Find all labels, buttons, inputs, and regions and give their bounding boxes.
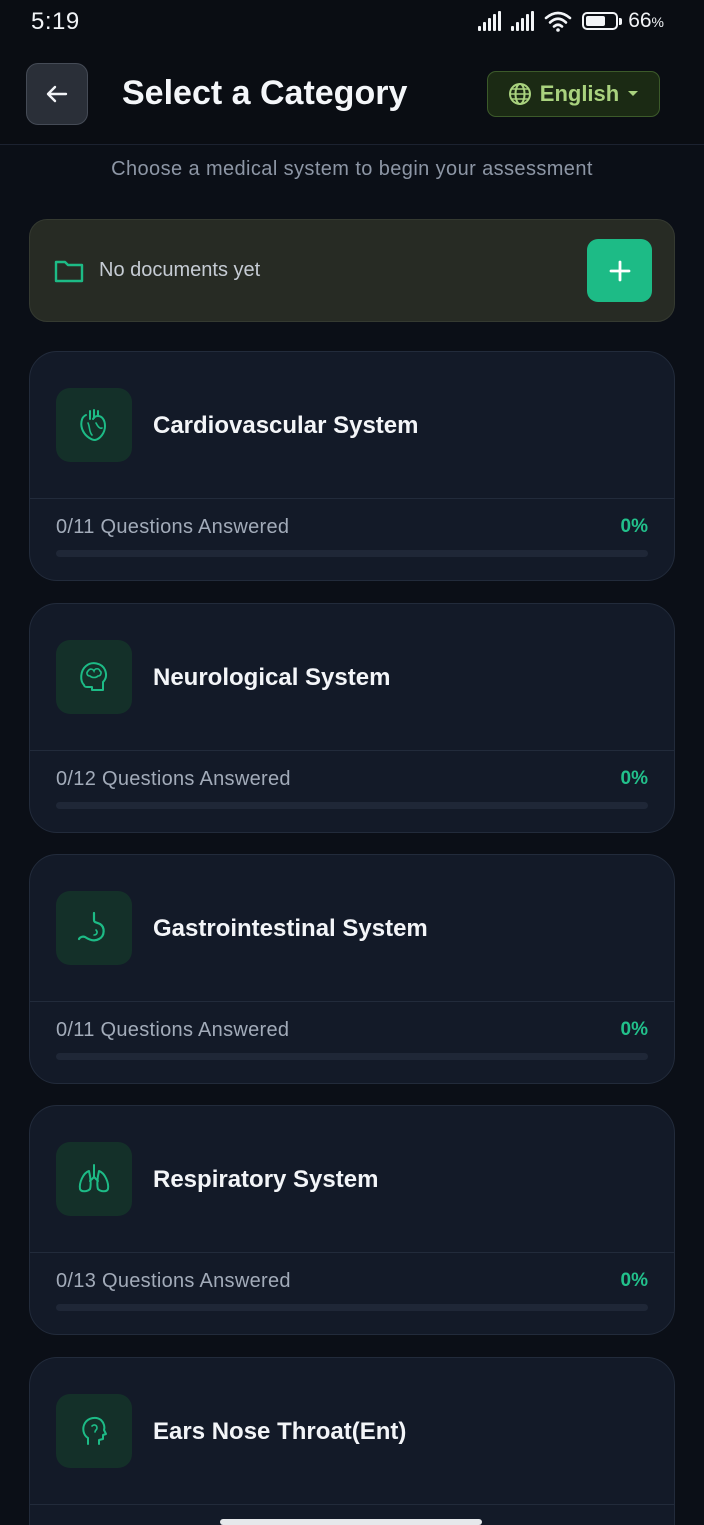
stomach-icon — [56, 891, 132, 965]
questions-answered-text: 0/13 Questions Answered — [56, 1270, 291, 1292]
progress-percent: 0% — [620, 1019, 648, 1040]
language-label: English — [539, 81, 620, 106]
plus-icon — [609, 260, 630, 281]
documents-empty-label: No documents yet — [99, 259, 261, 281]
questions-answered-text: 0/11 Questions Answered — [56, 516, 290, 538]
category-card-neurological[interactable]: Neurological System 0/12 Questions Answe… — [29, 603, 675, 833]
wifi-icon — [544, 11, 572, 32]
home-indicator — [220, 1519, 482, 1525]
status-indicators: 66% — [478, 9, 664, 33]
category-name: Gastrointestinal System — [153, 915, 428, 942]
category-name: Ears Nose Throat(Ent) — [153, 1418, 407, 1445]
progress-percent: 0% — [620, 768, 648, 789]
category-name: Neurological System — [153, 664, 391, 691]
progress-bar — [56, 550, 648, 557]
ent-head-icon — [56, 1394, 132, 1468]
add-document-button[interactable] — [587, 239, 652, 302]
divider — [30, 1504, 674, 1505]
heart-icon — [56, 388, 132, 462]
language-selector[interactable]: English — [487, 71, 660, 117]
page-subtitle: Choose a medical system to begin your as… — [111, 158, 593, 180]
app-bar: Select a Category English — [0, 46, 704, 145]
caret-down-icon — [628, 91, 639, 96]
category-name: Cardiovascular System — [153, 412, 419, 439]
battery-level — [586, 16, 605, 26]
progress-bar — [56, 802, 648, 809]
arrow-left-icon — [46, 85, 68, 103]
status-time: 5:19 — [31, 8, 80, 35]
progress-bar — [56, 1304, 648, 1311]
category-name: Respiratory System — [153, 1166, 379, 1193]
folder-icon — [54, 260, 84, 283]
divider — [30, 1001, 674, 1002]
documents-card: No documents yet — [29, 219, 675, 322]
globe-icon — [508, 83, 531, 105]
category-card-gastrointestinal[interactable]: Gastrointestinal System 0/11 Questions A… — [29, 854, 675, 1084]
questions-answered-text: 0/11 Questions Answered — [56, 1019, 290, 1041]
signal-icon — [478, 11, 502, 31]
progress-percent: 0% — [620, 1270, 648, 1291]
category-card-respiratory[interactable]: Respiratory System 0/13 Questions Answer… — [29, 1105, 675, 1335]
battery-percent: 66% — [628, 9, 664, 32]
category-card-ent[interactable]: Ears Nose Throat(Ent) — [29, 1357, 675, 1525]
divider — [30, 1252, 674, 1253]
divider — [30, 750, 674, 751]
questions-answered-text: 0/12 Questions Answered — [56, 768, 291, 790]
status-bar: 5:19 66% — [0, 0, 704, 46]
lungs-icon — [56, 1142, 132, 1216]
progress-bar — [56, 1053, 648, 1060]
progress-percent: 0% — [620, 516, 648, 537]
divider — [30, 498, 674, 499]
battery-icon — [582, 12, 623, 30]
page-title: Select a Category — [122, 74, 408, 112]
back-button[interactable] — [26, 63, 88, 125]
signal-icon — [511, 11, 535, 31]
brain-icon — [56, 640, 132, 714]
category-card-cardiovascular[interactable]: Cardiovascular System 0/11 Questions Ans… — [29, 351, 675, 581]
